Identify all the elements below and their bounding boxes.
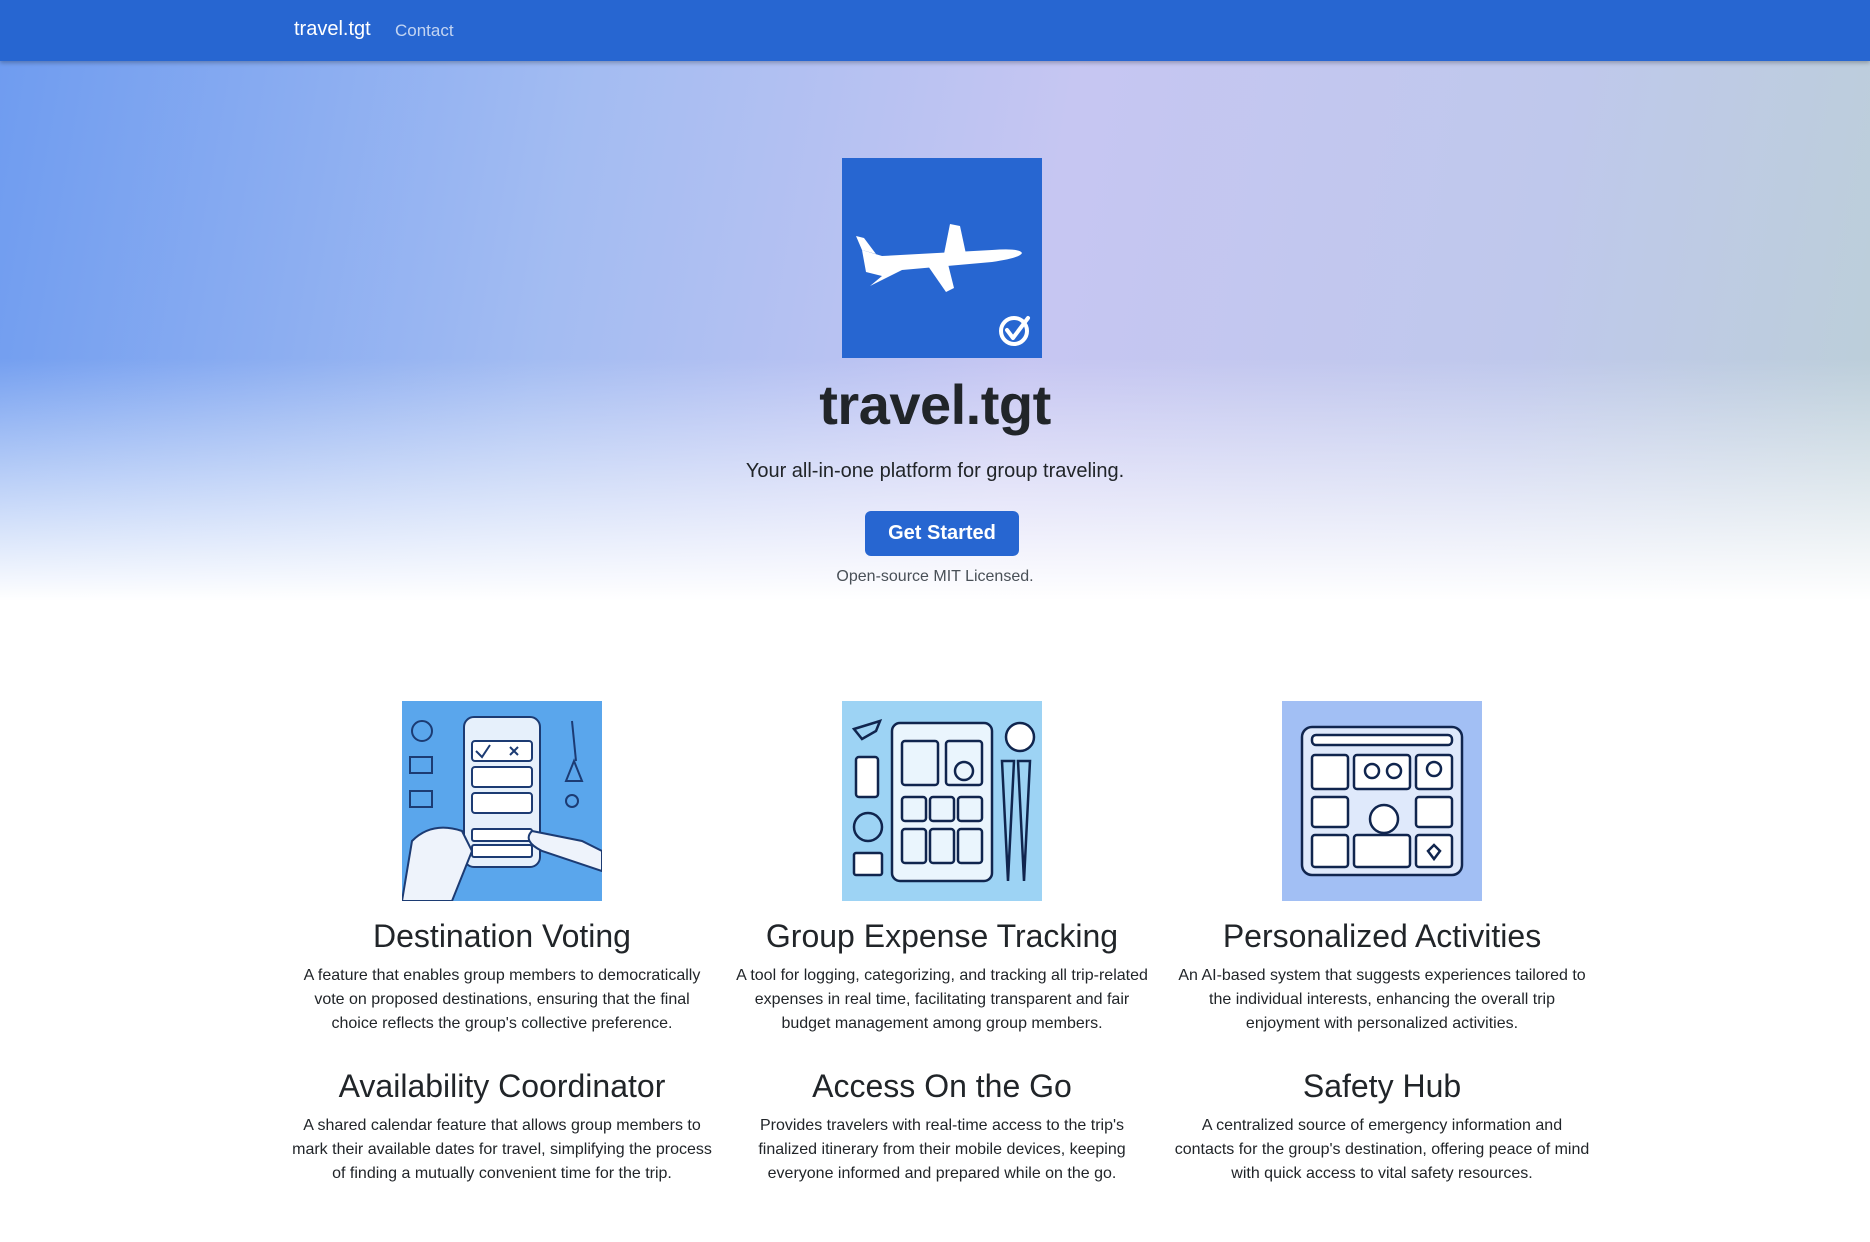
feature-title-group-expense-tracking: Group Expense Tracking	[765, 918, 1119, 954]
feature-desc-personalized-activities: An AI-based system that suggests experie…	[1178, 967, 1586, 1032]
hero-tagline: Your all-in-one platform for group trave…	[745, 460, 1125, 482]
feature-title-access-on-the-go: Access On the Go	[812, 1068, 1072, 1104]
airplane-check-logo-icon	[842, 158, 1042, 358]
get-started-button[interactable]: Get Started	[865, 511, 1019, 556]
voting-illustration-icon	[400, 701, 603, 902]
feature-desc-availability-coordinator: A shared calendar feature that allows gr…	[292, 1117, 712, 1182]
feature-title-destination-voting: Destination Voting	[373, 918, 631, 954]
navbar-brand[interactable]: travel.tgt	[294, 18, 371, 41]
nav-link-contact[interactable]: Contact	[395, 21, 454, 41]
personalized-activities-illustration-icon	[1282, 701, 1482, 901]
hero-title: travel.tgt	[819, 373, 1051, 436]
expense-tracking-illustration-icon	[842, 701, 1042, 901]
feature-desc-destination-voting: A feature that enables group members to …	[303, 967, 701, 1032]
feature-desc-access-on-the-go: Provides travelers with real-time access…	[758, 1117, 1126, 1182]
feature-title-availability-coordinator: Availability Coordinator	[338, 1068, 666, 1104]
license-note: Open-source MIT Licensed.	[836, 568, 1034, 585]
feature-title-safety-hub: Safety Hub	[1302, 1068, 1462, 1104]
navbar: travel.tgt Contact	[0, 0, 1870, 61]
feature-desc-safety-hub: A centralized source of emergency inform…	[1174, 1117, 1590, 1182]
feature-title-personalized-activities: Personalized Activities	[1222, 918, 1542, 954]
feature-desc-group-expense-tracking: A tool for logging, categorizing, and tr…	[736, 967, 1148, 1032]
